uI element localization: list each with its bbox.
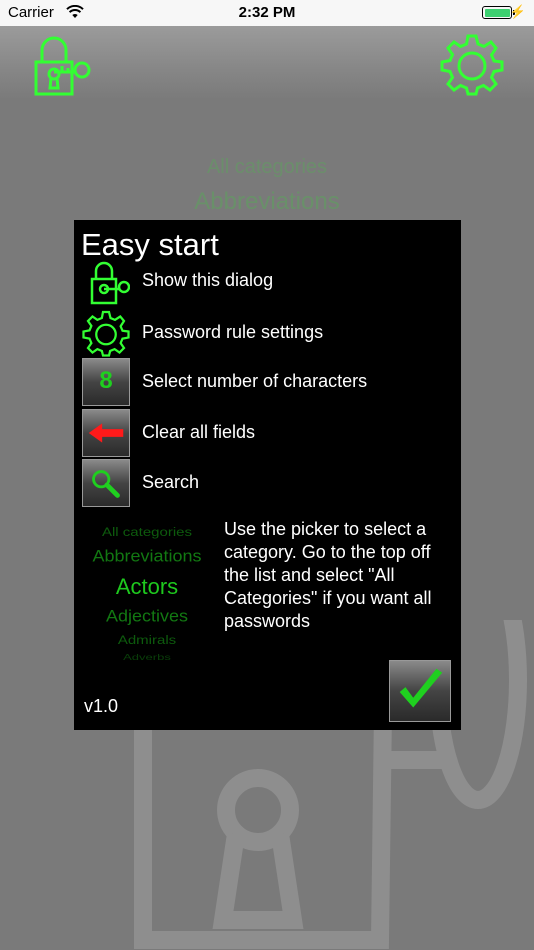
legend-label: Show this dialog bbox=[142, 270, 274, 290]
magnifier-icon bbox=[82, 459, 130, 507]
legend-label: Password rule settings bbox=[142, 322, 324, 342]
number-tile-icon: 8 bbox=[82, 358, 130, 406]
picker-item[interactable]: All categories bbox=[82, 526, 212, 540]
category-picker[interactable]: All categories Abbreviations Actors Adje… bbox=[82, 516, 212, 670]
legend-row-settings: Password rule settings bbox=[82, 309, 452, 357]
legend-row-search: Search bbox=[82, 459, 452, 507]
legend-label: Select number of characters bbox=[142, 371, 368, 391]
background-picker-item: All categories bbox=[206, 156, 328, 178]
charging-bolt-icon: ⚡ bbox=[509, 4, 526, 19]
confirm-button[interactable] bbox=[389, 660, 451, 722]
background-picker-item: Abbreviations bbox=[194, 188, 340, 215]
picker-item[interactable]: Adverbs bbox=[82, 653, 212, 662]
picker-item[interactable]: Admirals bbox=[82, 634, 212, 648]
version-label: v1.0 bbox=[84, 696, 119, 716]
legend-label: Clear all fields bbox=[142, 422, 256, 442]
clock: 2:32 PM bbox=[238, 4, 296, 21]
lock-key-icon bbox=[90, 261, 130, 305]
lock-key-icon[interactable] bbox=[28, 32, 92, 96]
number-tile-digit: 8 bbox=[99, 367, 113, 394]
help-text: Use the picker to select a category. Go … bbox=[224, 519, 432, 631]
legend-row-clear: Clear all fields bbox=[82, 409, 452, 457]
picker-item-selected[interactable]: Actors bbox=[82, 574, 212, 600]
legend-row-characters: 8 Select number of characters bbox=[82, 358, 452, 406]
easy-start-dialog: Easy start Show this dialog Password rul… bbox=[74, 220, 461, 730]
checkmark-icon bbox=[399, 668, 443, 708]
battery-icon bbox=[482, 6, 515, 19]
gear-icon bbox=[82, 310, 130, 357]
legend-label: Search bbox=[142, 472, 200, 492]
status-bar: Carrier 2:32 PM ⚡ bbox=[0, 0, 534, 26]
picker-item[interactable]: Adjectives bbox=[82, 607, 212, 626]
gear-icon[interactable] bbox=[440, 32, 504, 96]
app-header bbox=[0, 26, 534, 100]
left-arrow-icon bbox=[82, 409, 130, 457]
picker-item[interactable]: Abbreviations bbox=[82, 547, 212, 566]
legend-row-show-dialog: Show this dialog bbox=[82, 257, 452, 305]
